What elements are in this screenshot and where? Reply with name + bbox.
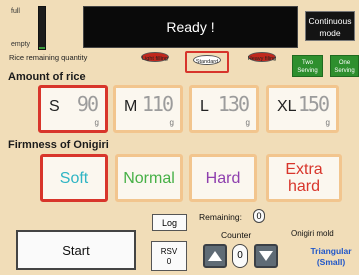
amount-grams-value: 150: [297, 92, 330, 116]
gauge-full-label: full: [11, 8, 20, 15]
triangle-up-icon: [208, 251, 222, 261]
continuous-mode-label-line1: Continuous: [308, 16, 352, 26]
amount-unit-label: g: [245, 118, 250, 127]
firmness-label: Extra hard: [285, 161, 323, 195]
amount-size-label: XL: [277, 98, 297, 115]
firmness-label: Soft: [59, 169, 89, 187]
gauge-empty-label: empty: [11, 41, 31, 48]
log-button[interactable]: Log: [152, 214, 187, 231]
continuous-mode-button[interactable]: Continuous mode: [305, 11, 355, 41]
rice-remaining-gauge: [38, 6, 46, 50]
two-serving-button[interactable]: Two Serving: [292, 55, 323, 77]
rice-type-label: Standard: [195, 59, 219, 65]
mold-value-line2: (Small): [316, 257, 346, 267]
one-serving-label-line2: Serving: [334, 68, 355, 74]
firmness-label: Normal: [123, 169, 175, 187]
rice-remaining-label: Rice remaining quantity: [9, 53, 88, 62]
amount-of-rice-title: Amount of rice: [8, 71, 86, 83]
counter-up-button[interactable]: [203, 244, 227, 268]
remaining-label: Remaining:: [199, 212, 242, 222]
rice-type-standard[interactable]: Standard: [185, 51, 229, 73]
firmness-normal-button[interactable]: Normal: [115, 154, 183, 202]
counter-value: 0: [232, 244, 248, 268]
amount-grams-value: 110: [141, 92, 174, 116]
two-serving-label-line2: Serving: [297, 68, 318, 74]
onigiri-mold-label: Onigiri mold: [291, 229, 334, 238]
amount-m-button[interactable]: M 110 g: [113, 85, 183, 133]
status-display: Ready !: [83, 6, 298, 48]
start-button[interactable]: Start: [16, 230, 136, 270]
rsv-label: RSV: [160, 247, 178, 256]
amount-unit-label: g: [325, 118, 330, 127]
onigiri-mold-value[interactable]: Triangular (Small): [301, 246, 359, 268]
amount-unit-label: g: [169, 118, 174, 127]
firmness-extra-hard-button[interactable]: Extra hard: [266, 154, 342, 202]
amount-grams-value: 90: [76, 92, 99, 116]
remaining-value: 0: [253, 209, 265, 223]
amount-s-button[interactable]: S 90 g: [38, 85, 108, 133]
rice-type-light-filling[interactable]: Light filling: [135, 52, 175, 72]
amount-size-label: M: [124, 98, 138, 115]
amount-size-label: S: [49, 98, 60, 115]
firmness-of-onigiri-title: Firmness of Onigiri: [8, 139, 109, 151]
rsv-value: 0: [166, 257, 172, 266]
rice-type-heavy-filing[interactable]: Heavy filing: [242, 52, 282, 72]
two-serving-label-line1: Two: [301, 60, 313, 66]
counter-label: Counter: [221, 230, 252, 240]
amount-size-label: L: [200, 98, 209, 115]
rsv-display: RSV 0: [151, 241, 187, 271]
amount-l-button[interactable]: L 130 g: [189, 85, 259, 133]
mold-value-line1: Triangular: [310, 246, 352, 256]
onigiri-control-panel: full empty Rice remaining quantity Ready…: [0, 0, 359, 275]
rice-type-label: Light filling: [142, 56, 168, 62]
firmness-hard-button[interactable]: Hard: [189, 154, 257, 202]
amount-unit-label: g: [94, 118, 99, 127]
continuous-mode-label-line2: mode: [319, 28, 341, 38]
one-serving-button[interactable]: One Serving: [330, 55, 359, 77]
amount-xl-button[interactable]: XL 150 g: [266, 85, 339, 133]
firmness-soft-button[interactable]: Soft: [40, 154, 108, 202]
rice-type-label: Heavy filing: [247, 56, 277, 62]
one-serving-label-line1: One: [338, 60, 351, 66]
firmness-label: Hard: [205, 169, 241, 187]
rice-remaining-gauge-fill: [39, 46, 45, 49]
counter-down-button[interactable]: [254, 244, 278, 268]
amount-grams-value: 130: [217, 92, 250, 116]
triangle-down-icon: [259, 251, 273, 261]
